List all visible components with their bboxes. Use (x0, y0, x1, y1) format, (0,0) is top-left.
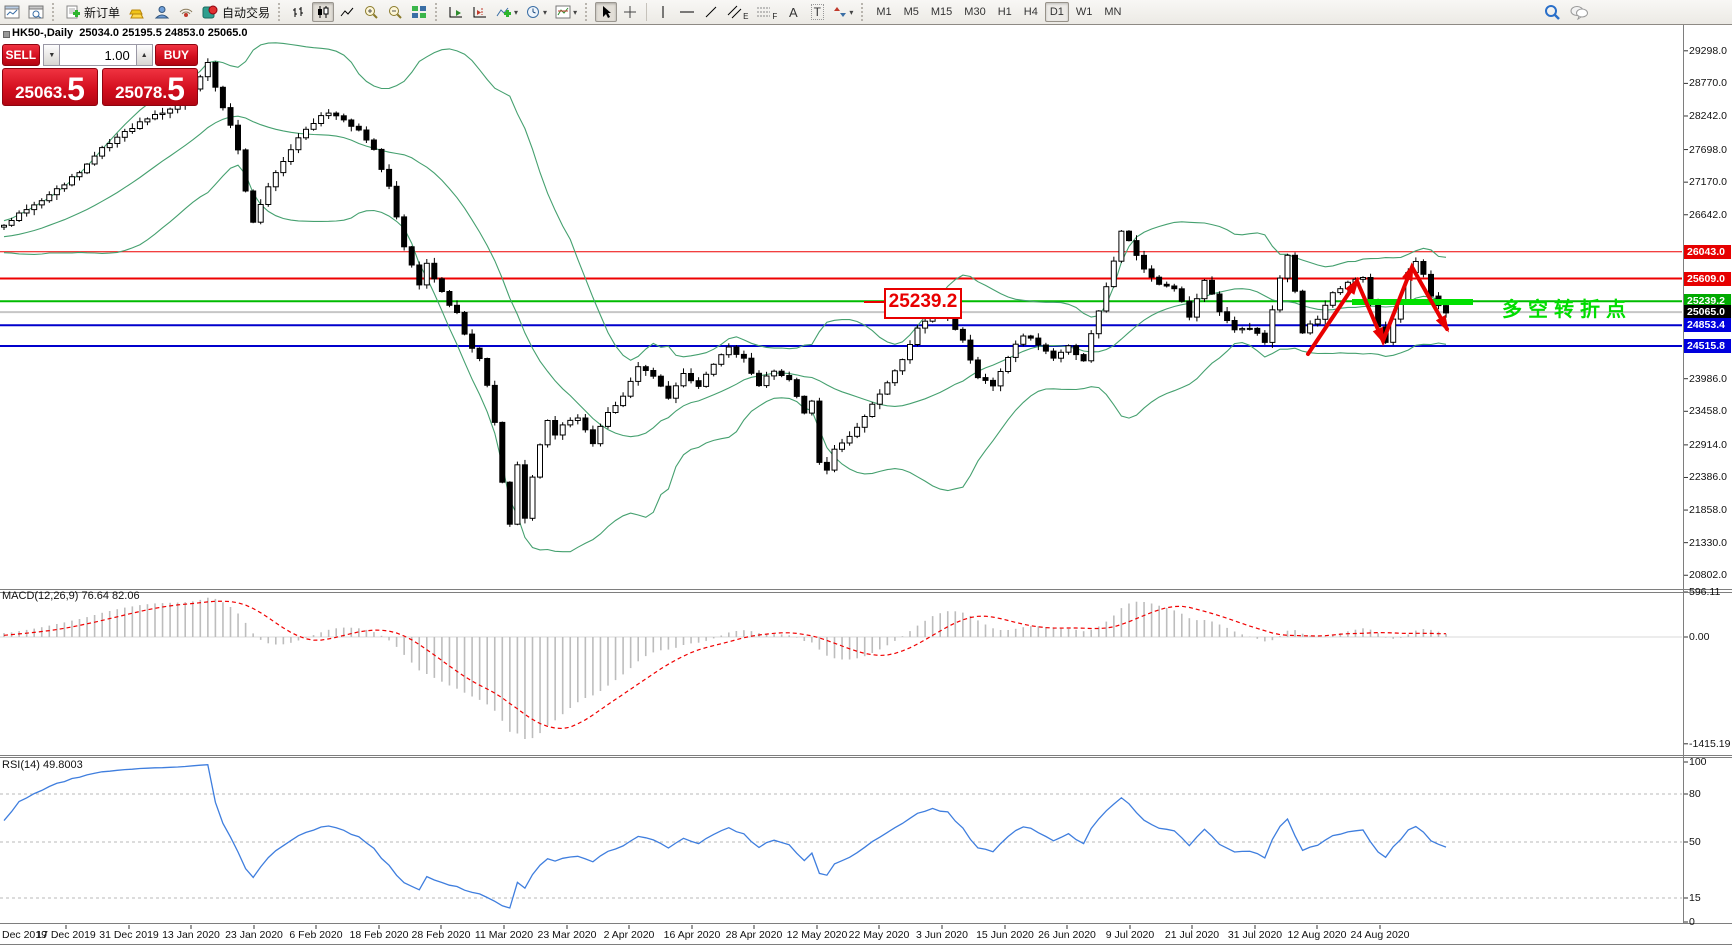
date-axis-label: 12 May 2020 (786, 929, 848, 941)
price-axis-label: 27698.0 (1689, 143, 1727, 156)
date-axis-label: 26 Jun 2020 (1038, 929, 1096, 941)
price-level-badge: 26043.0 (1684, 244, 1731, 259)
macd-axis-label: 596.11 (1689, 586, 1721, 598)
date-axis-label: 24 Aug 2020 (1350, 929, 1410, 941)
date-axis-label: 9 Jul 2020 (1105, 929, 1155, 941)
date-axis-label: 18 Feb 2020 (349, 929, 409, 941)
buy-price-fraction: 5 (167, 71, 185, 107)
rsi-axis-label: 15 (1689, 892, 1701, 904)
rsi-axis-label: 100 (1689, 756, 1707, 768)
pane-divider (0, 757, 1732, 758)
date-axis-label: 12 Aug 2020 (1287, 929, 1347, 941)
price-axis-label: 21330.0 (1689, 536, 1727, 549)
price-axis-label: 22386.0 (1689, 471, 1727, 484)
date-axis-label: 16 Apr 2020 (663, 929, 721, 941)
price-axis-label: 20802.0 (1689, 569, 1727, 582)
rsi-axis-label: 80 (1689, 788, 1701, 800)
date-axis-label: 28 Feb 2020 (411, 929, 471, 941)
turning-point-annotation[interactable]: 多空转折点 (1502, 293, 1632, 322)
sell-price-main: 25063 (15, 83, 63, 102)
pane-divider (0, 755, 1732, 756)
date-axis-label: 22 May 2020 (848, 929, 910, 941)
price-level-badge: 25609.0 (1684, 271, 1731, 286)
one-click-trading-panel: SELL ▼ 1.00 ▲ BUY 25063 . 5 25078 . 5 (2, 44, 198, 106)
volume-input[interactable]: 1.00 (60, 44, 136, 66)
price-axis-label: 27170.0 (1689, 176, 1727, 189)
price-axis-label: 22914.0 (1689, 438, 1727, 451)
macd-axis-label: -1415.19 (1689, 737, 1731, 750)
rsi-axis-label: 0 (1689, 916, 1695, 928)
buy-price-button[interactable]: 25078 . 5 (102, 68, 198, 106)
chart-ohlc-values: 25034.0 25195.5 24853.0 25065.0 (79, 27, 248, 39)
date-axis-label: 15 Jun 2020 (976, 929, 1034, 941)
buy-button[interactable]: BUY (154, 44, 198, 66)
date-axis-label: 3 Jun 2020 (916, 929, 968, 941)
volume-decrease-button[interactable]: ▼ (43, 44, 61, 66)
pane-divider (0, 592, 1732, 593)
rsi-label: RSI(14) 49.8003 (2, 759, 83, 771)
trading-platform-window: 新订单 自动交易 ▾ ▾ ▾ E F A T ▾ M1 M5 M15 M30 H… (0, 0, 1732, 945)
sell-price-button[interactable]: 25063 . 5 (2, 68, 98, 106)
date-axis-label: 21 Jul 2020 (1164, 929, 1220, 941)
chart-symbol-icon (3, 31, 10, 38)
price-axis-label: 23986.0 (1689, 372, 1727, 385)
date-axis-label: 28 Apr 2020 (725, 929, 783, 941)
sell-price-fraction: 5 (67, 71, 85, 107)
buy-price-main: 25078 (115, 83, 163, 102)
date-axis-label: 23 Mar 2020 (537, 929, 597, 941)
pane-divider (0, 923, 1732, 924)
date-axis-label: 2 Apr 2020 (603, 929, 655, 941)
price-level-badge: 24515.8 (1684, 338, 1731, 353)
price-axis-label: 21858.0 (1689, 504, 1727, 517)
date-axis-label: 31 Jul 2020 (1227, 929, 1283, 941)
price-flag-pointer (864, 300, 884, 303)
volume-increase-button[interactable]: ▲ (135, 44, 153, 66)
date-axis-label: 17 Dec 2019 (36, 929, 96, 941)
sell-button[interactable]: SELL (2, 44, 40, 66)
price-level-badge: 25065.0 (1684, 305, 1731, 320)
price-axis-label: 23458.0 (1689, 405, 1727, 418)
pane-divider (0, 589, 1732, 590)
date-axis-label: 31 Dec 2019 (99, 929, 159, 941)
price-axis-label: 29298.0 (1689, 44, 1727, 57)
date-axis-label: 11 Mar 2020 (474, 929, 534, 941)
price-level-badge: 24853.4 (1684, 318, 1731, 333)
date-axis-label: 23 Jan 2020 (225, 929, 283, 941)
macd-label: MACD(12,26,9) 76.64 82.06 (2, 590, 140, 602)
price-axis-divider (1683, 25, 1684, 923)
price-axis-label: 28770.0 (1689, 77, 1727, 90)
chart-title: HK50-,Daily 25034.0 25195.5 24853.0 2506… (12, 27, 247, 39)
macd-axis-label: 0.00 (1689, 631, 1710, 643)
price-axis-label: 26642.0 (1689, 208, 1727, 221)
rsi-axis-label: 50 (1689, 836, 1701, 848)
date-axis-label: 13 Jan 2020 (162, 929, 220, 941)
price-flag-label[interactable]: 25239.2 (884, 288, 962, 319)
chart-surface (0, 42, 1688, 929)
date-axis-label: 6 Feb 2020 (289, 929, 343, 941)
chart-symbol-period: HK50-,Daily (12, 27, 74, 39)
price-axis-label: 28242.0 (1689, 109, 1727, 122)
